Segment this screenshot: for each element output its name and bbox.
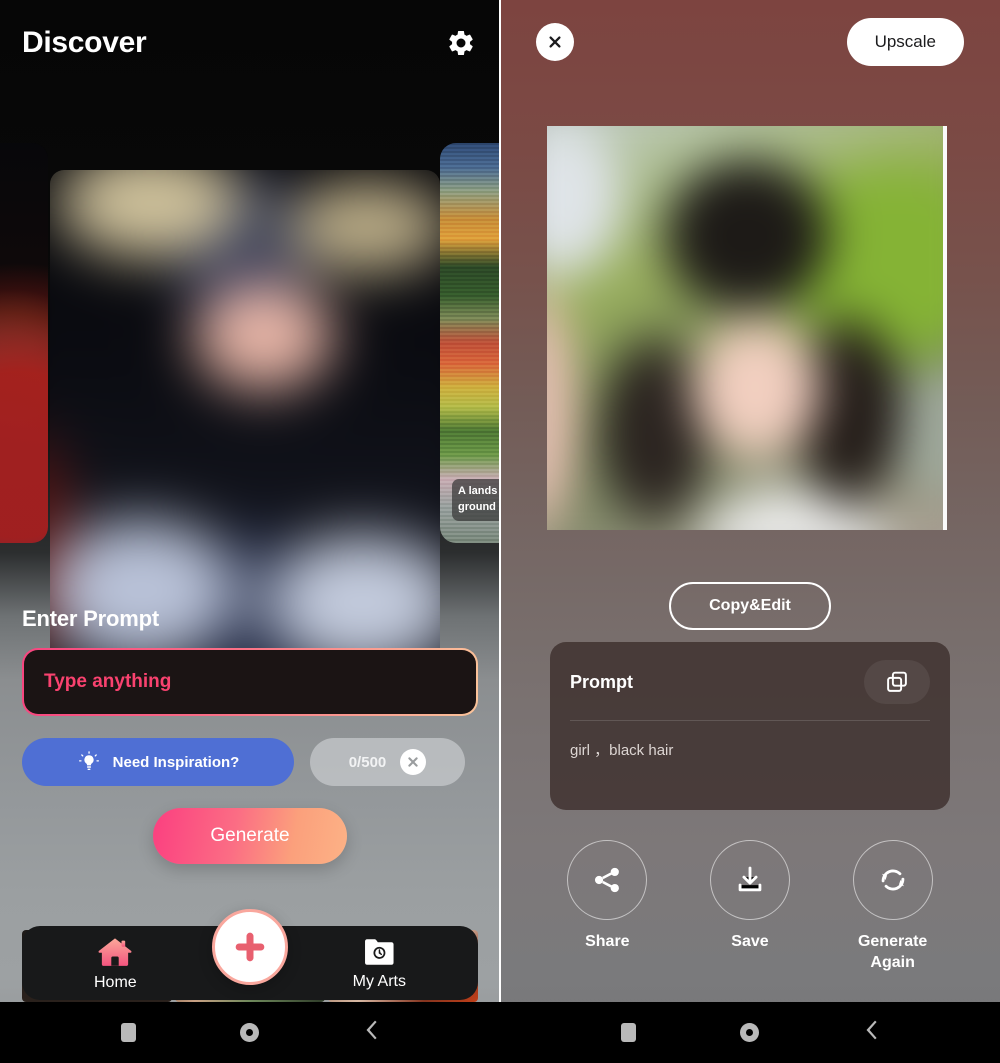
panel-divider [499, 0, 501, 1002]
plus-icon [235, 932, 265, 962]
recents-icon[interactable] [621, 1023, 636, 1042]
create-button[interactable] [212, 909, 288, 985]
share-button[interactable]: Share [548, 840, 666, 974]
upscale-label: Upscale [874, 32, 936, 51]
copy-and-edit-button[interactable]: Copy&Edit [669, 582, 831, 630]
home-icon [98, 937, 132, 966]
generate-again-label: Generate Again [857, 933, 928, 971]
copy-and-edit-label: Copy&Edit [709, 597, 791, 614]
share-label: Share [585, 933, 630, 950]
android-nav-right [500, 1002, 1000, 1063]
save-label: Save [731, 933, 769, 950]
settings-button[interactable] [444, 26, 478, 60]
sidebar-item-home[interactable]: Home [94, 935, 137, 992]
close-icon [408, 757, 418, 767]
prompt-card-header: Prompt [570, 660, 930, 704]
character-counter: 0/500 [348, 753, 387, 771]
prompt-input[interactable]: Type anything [22, 648, 478, 716]
app-screenshot: rt, tic, A lands ground Discover Enter P… [0, 0, 1000, 1063]
gear-icon [449, 30, 473, 55]
save-button-circle [709, 840, 790, 920]
prompt-card-title: Prompt [570, 671, 633, 692]
carousel-card-right[interactable]: A lands ground [440, 143, 500, 543]
carousel-card-right-caption: A lands ground [452, 479, 500, 521]
result-header: Upscale [500, 0, 1000, 84]
android-nav-left [0, 1002, 500, 1063]
download-icon [738, 866, 762, 892]
sidebar-item-my-arts-label: My Arts [352, 972, 406, 990]
generate-label: Generate [210, 825, 290, 846]
need-inspiration-button[interactable]: Need Inspiration? [22, 738, 294, 786]
generate-again-button-circle [852, 840, 933, 920]
refresh-icon [881, 869, 904, 891]
chevron-left-icon[interactable] [363, 1019, 379, 1046]
prompt-section: Enter Prompt Type anything Need Inspirat… [0, 606, 500, 864]
android-navigation-bar [0, 1002, 1000, 1063]
save-button[interactable]: Save [691, 840, 809, 974]
prompt-card-divider [570, 720, 930, 721]
prompt-detail-card: Prompt girl ，black hair [550, 642, 950, 810]
sidebar-item-my-arts[interactable]: My Arts [353, 936, 406, 991]
circle-icon[interactable] [740, 1023, 759, 1042]
share-button-circle [567, 840, 648, 920]
discover-header: Discover [0, 0, 500, 86]
recents-icon[interactable] [121, 1023, 136, 1042]
lightbulb-icon [78, 751, 99, 770]
clear-prompt-button[interactable] [400, 749, 427, 775]
copy-prompt-button[interactable] [864, 660, 930, 704]
sidebar-item-home-label: Home [94, 973, 137, 991]
result-actions: Share Save Generate Again [500, 840, 1000, 974]
prompt-placeholder: Type anything [44, 671, 172, 692]
result-detail-panel: Upscale Copy&Edit Prompt girl ，black hai… [500, 0, 1000, 1063]
close-icon [549, 36, 561, 48]
copy-icon [887, 671, 907, 692]
carousel-card-left[interactable]: rt, tic, [0, 143, 48, 543]
result-image[interactable] [547, 126, 947, 530]
page-title: Discover [22, 26, 147, 59]
generate-again-button[interactable]: Generate Again [834, 840, 952, 974]
upscale-button[interactable]: Upscale [846, 18, 964, 66]
share-icon [595, 867, 620, 893]
discover-carousel[interactable]: rt, tic, A lands ground [0, 85, 500, 695]
circle-icon[interactable] [240, 1023, 259, 1042]
prompt-label: Enter Prompt [22, 606, 159, 631]
prompt-text: girl ，black hair [570, 742, 674, 759]
generate-button[interactable]: Generate [153, 808, 347, 864]
chevron-left-icon[interactable] [863, 1019, 879, 1046]
prompt-controls-row: Need Inspiration? 0/500 [22, 738, 478, 786]
character-counter-pill[interactable]: 0/500 [310, 738, 465, 786]
folder-clock-icon [365, 938, 394, 965]
need-inspiration-label: Need Inspiration? [112, 753, 240, 771]
discover-panel: rt, tic, A lands ground Discover Enter P… [0, 0, 500, 1063]
close-button[interactable] [536, 23, 574, 61]
result-image-content [547, 126, 947, 530]
